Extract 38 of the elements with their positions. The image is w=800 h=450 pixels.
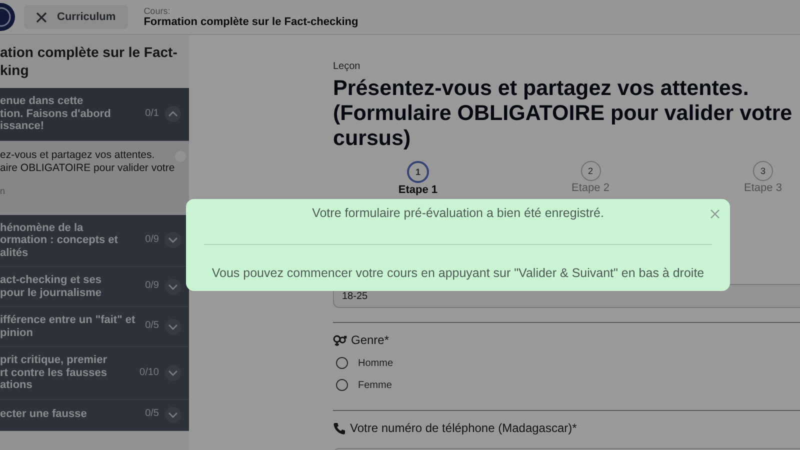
gender-label: Genre* [351, 333, 390, 347]
toast-message: Votre formulaire pré-évaluation a bien été enregistré. [312, 206, 604, 220]
section-header[interactable]: act-checking et ses pour le journalisme 0/9 [0, 267, 189, 307]
step[interactable]: 1 Etape 1 [373, 161, 463, 196]
lesson-item[interactable]: ez-vous et partagez vos attentes. aire OBLIGATOIRE pour valider votre n [0, 140, 189, 214]
progress-count: 0/9 [145, 280, 159, 293]
close-icon [36, 12, 47, 22]
progress-count: 0/10 [140, 366, 159, 379]
lesson-caption: Leçon [333, 61, 362, 72]
radio-option[interactable]: Homme [336, 352, 800, 374]
chevron-icon [165, 232, 181, 248]
radio-option[interactable]: Femme [336, 374, 800, 396]
gender-icon [333, 334, 347, 346]
section-header[interactable]: ecter une fausse 0/5 [0, 400, 189, 430]
chevron-icon [165, 318, 181, 334]
step[interactable]: 3 Etape 3 [718, 161, 800, 196]
phone-label: Votre numéro de téléphone (Madagascar)* [350, 421, 577, 435]
toast-detail: Vous pouvez commencer votre cours en appuyant sur "Valider & Suivant" en bas à droite [212, 266, 704, 280]
lesson-title: Présentez-vous et partagez vos attentes. (Formulaire OBLIGATOIRE pour valider votre cursus) [333, 76, 794, 151]
course-caption: Cours: [144, 6, 172, 16]
chevron-icon [165, 364, 181, 381]
progress-count: 0/5 [145, 408, 159, 421]
course-title: Formation complète sur le Fact-checking [144, 16, 358, 28]
chevron-icon [165, 406, 181, 422]
progress-count: 0/5 [145, 320, 159, 333]
close-icon[interactable] [710, 209, 720, 219]
chevron-icon [165, 106, 181, 122]
step[interactable]: 2 Etape 2 [546, 161, 636, 196]
section-header[interactable]: hénomène de la ormation : concepts et alités 0/9 [0, 214, 189, 267]
chevron-icon [165, 278, 181, 294]
section-header[interactable]: enue dans cette tion. Faisons d'abord issance! 0/1 [0, 88, 189, 140]
close-curriculum-button[interactable]: Curriculum [24, 5, 128, 29]
section-header[interactable]: ifférence entre un "fait" et pinion 0/5 [0, 307, 189, 347]
course-title-heading: ation complète sur le Fact- king [0, 43, 178, 80]
section-header[interactable]: prit critique, premier rt contre les fausses ations 0/10 [0, 347, 189, 400]
progress-count: 0/9 [145, 234, 159, 246]
progress-count: 0/1 [145, 108, 159, 120]
phone-icon [333, 422, 346, 434]
